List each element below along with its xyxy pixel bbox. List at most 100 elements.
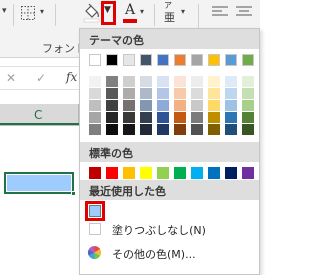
theme-shade-swatch[interactable] — [242, 76, 254, 87]
theme-shade-swatch[interactable] — [123, 76, 135, 87]
theme-shade-swatch[interactable] — [140, 124, 152, 135]
theme-color-swatch[interactable] — [89, 54, 101, 66]
paint-bucket-icon — [83, 3, 100, 23]
theme-color-swatch[interactable] — [174, 54, 186, 66]
theme-shade-swatch[interactable] — [174, 76, 186, 87]
theme-shade-swatch[interactable] — [140, 76, 152, 87]
standard-color-swatch[interactable] — [225, 167, 237, 179]
border-button[interactable] — [20, 5, 36, 25]
standard-color-swatch[interactable] — [242, 167, 254, 179]
phonetic-dropdown-icon[interactable]: ▾ — [181, 7, 185, 16]
standard-color-swatch[interactable] — [174, 167, 186, 179]
theme-color-swatch[interactable] — [123, 54, 135, 66]
theme-color-swatch[interactable] — [242, 54, 254, 66]
theme-shade-swatch[interactable] — [208, 88, 220, 99]
no-fill-label: 塗りつぶしなし(N) — [112, 224, 206, 237]
insert-function-button[interactable]: fx — [66, 70, 77, 84]
phonetic-guide-button[interactable]: ア 亜 — [163, 1, 179, 25]
recent-colors-header: 最近使用した色 — [80, 180, 259, 200]
theme-shade-swatch[interactable] — [174, 124, 186, 135]
theme-shade-swatch[interactable] — [225, 112, 237, 123]
standard-color-swatch[interactable] — [89, 167, 101, 179]
theme-shade-swatch[interactable] — [106, 124, 118, 135]
theme-shade-swatch[interactable] — [174, 88, 186, 99]
theme-shade-swatch[interactable] — [208, 76, 220, 87]
recent-color-swatch[interactable] — [89, 205, 101, 217]
theme-shade-swatch[interactable] — [157, 100, 169, 111]
theme-color-swatch[interactable] — [157, 54, 169, 66]
theme-shade-swatch[interactable] — [106, 76, 118, 87]
confirm-icon[interactable]: ✓ — [36, 71, 46, 85]
theme-shade-swatch[interactable] — [157, 88, 169, 99]
standard-color-swatch[interactable] — [106, 167, 118, 179]
theme-shade-swatch[interactable] — [157, 112, 169, 123]
standard-color-swatch[interactable] — [191, 167, 203, 179]
align-center-button[interactable] — [236, 6, 252, 22]
theme-shade-swatch[interactable] — [208, 100, 220, 111]
fill-color-button[interactable] — [83, 3, 100, 27]
standard-color-swatch[interactable] — [157, 167, 169, 179]
theme-shade-swatch[interactable] — [225, 124, 237, 135]
theme-shade-swatch[interactable] — [89, 76, 101, 87]
standard-color-swatch[interactable] — [140, 167, 152, 179]
theme-shade-swatch[interactable] — [106, 88, 118, 99]
theme-shade-swatch[interactable] — [140, 112, 152, 123]
theme-shade-swatch[interactable] — [157, 76, 169, 87]
underline-dropdown-icon[interactable]: ▾ — [2, 6, 7, 16]
theme-color-swatch[interactable] — [208, 54, 220, 66]
no-fill-menu-item[interactable]: 塗りつぶしなし(N) — [80, 218, 259, 240]
theme-shade-swatch[interactable] — [174, 100, 186, 111]
more-colors-label: その他の色(M)... — [112, 248, 196, 261]
theme-shade-swatch[interactable] — [106, 100, 118, 111]
theme-shade-swatch[interactable] — [89, 112, 101, 123]
theme-shade-swatch[interactable] — [191, 100, 203, 111]
theme-shade-swatch[interactable] — [89, 100, 101, 111]
theme-shade-swatch[interactable] — [140, 100, 152, 111]
theme-shade-swatch[interactable] — [174, 112, 186, 123]
font-color-dropdown-icon[interactable]: ▾ — [140, 7, 144, 16]
theme-shade-swatch[interactable] — [242, 112, 254, 123]
font-color-bar — [123, 19, 137, 23]
fill-color-dropdown-icon[interactable]: ▼ — [104, 5, 111, 15]
theme-shade-swatch[interactable] — [242, 124, 254, 135]
theme-shade-swatch[interactable] — [123, 124, 135, 135]
theme-shade-swatch[interactable] — [123, 112, 135, 123]
theme-colors-header: テーマの色 — [80, 29, 259, 49]
theme-shade-swatch[interactable] — [225, 88, 237, 99]
theme-shade-swatch[interactable] — [140, 88, 152, 99]
theme-shade-swatch[interactable] — [208, 124, 220, 135]
theme-shade-swatch[interactable] — [123, 88, 135, 99]
theme-shade-swatch[interactable] — [157, 124, 169, 135]
border-dropdown-icon[interactable]: ▾ — [40, 7, 44, 16]
theme-shade-swatch[interactable] — [89, 124, 101, 135]
align-top-left-button[interactable] — [212, 6, 228, 22]
theme-shade-swatch[interactable] — [208, 112, 220, 123]
standard-color-swatch[interactable] — [208, 167, 220, 179]
theme-shade-swatch[interactable] — [123, 100, 135, 111]
cancel-icon[interactable]: ✕ — [6, 71, 16, 85]
theme-color-swatch[interactable] — [191, 54, 203, 66]
ribbon-separator — [13, 4, 14, 26]
fill-handle[interactable] — [71, 191, 76, 196]
theme-shade-swatch[interactable] — [191, 124, 203, 135]
more-colors-menu-item[interactable]: その他の色(M)... — [80, 242, 259, 264]
theme-shade-swatch[interactable] — [106, 112, 118, 123]
column-header-active-underline — [0, 123, 79, 125]
theme-color-swatch[interactable] — [106, 54, 118, 66]
theme-color-swatch[interactable] — [140, 54, 152, 66]
theme-shade-swatch[interactable] — [225, 100, 237, 111]
theme-color-swatch[interactable] — [225, 54, 237, 66]
column-header-c[interactable]: C — [0, 104, 79, 125]
theme-shade-swatch[interactable] — [191, 76, 203, 87]
theme-shade-swatch[interactable] — [225, 76, 237, 87]
fill-color-menu: テーマの色 標準の色 最近使用した色 塗りつぶしなし(N) その他の色(M)..… — [79, 28, 260, 275]
theme-shade-swatch[interactable] — [242, 88, 254, 99]
selected-cell[interactable] — [4, 172, 74, 194]
standard-color-swatch[interactable] — [123, 167, 135, 179]
font-color-button[interactable]: A — [123, 2, 137, 24]
no-fill-swatch — [89, 223, 101, 235]
theme-shade-swatch[interactable] — [242, 100, 254, 111]
theme-shade-swatch[interactable] — [191, 112, 203, 123]
theme-shade-swatch[interactable] — [191, 88, 203, 99]
theme-shade-swatch[interactable] — [89, 88, 101, 99]
